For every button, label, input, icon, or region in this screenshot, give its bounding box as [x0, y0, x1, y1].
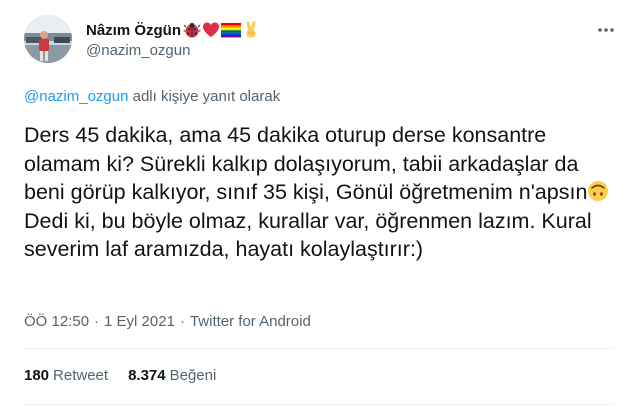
divider: [24, 404, 614, 405]
reply-context: @nazim_ozgun adlı kişiye yanıt olarak: [24, 88, 280, 105]
username[interactable]: @nazim_ozgun: [86, 42, 190, 59]
tweet-date[interactable]: 1 Eyl 2021: [104, 313, 175, 330]
display-name-row[interactable]: Nâzım Özgün: [86, 20, 261, 40]
red-heart-emoji-icon: [203, 22, 220, 37]
retweets-label: Retweet: [53, 367, 109, 384]
retweets-stat[interactable]: 180 Retweet: [24, 367, 108, 384]
meta-separator: ·: [94, 313, 100, 330]
tweet-stats: 180 Retweet 8.374 Beğeni: [24, 367, 236, 384]
likes-count: 8.374: [128, 367, 166, 384]
rainbow-flag-emoji-icon: [221, 23, 242, 38]
meta-separator: ·: [179, 313, 185, 330]
likes-label: Beğeni: [169, 367, 217, 384]
tweet-text-part1: Ders 45 dakika, ama 45 dakika oturup der…: [24, 123, 588, 204]
avatar[interactable]: [24, 15, 72, 63]
more-dots-icon: [598, 28, 614, 32]
more-options-button[interactable]: [594, 20, 618, 40]
reply-mention-link[interactable]: @nazim_ozgun: [24, 88, 128, 105]
tweet-meta: ÖÖ 12:50 · 1 Eyl 2021 · Twitter for Andr…: [24, 313, 311, 330]
likes-stat[interactable]: 8.374 Beğeni: [128, 367, 216, 384]
tweet-text-part2: Dedi ki, bu böyle olmaz, kurallar var, ö…: [24, 208, 592, 262]
upside-down-face-emoji-icon: [588, 181, 609, 201]
retweets-count: 180: [24, 367, 50, 384]
divider: [24, 348, 614, 349]
tweet-text: Ders 45 dakika, ama 45 dakika oturup der…: [24, 121, 614, 264]
tweet-time[interactable]: ÖÖ 12:50: [24, 313, 89, 330]
ladybug-emoji-icon: [183, 22, 201, 38]
victory-hand-emoji-icon: [246, 21, 256, 38]
tweet-card: Nâzım Özgün @nazim_ozgun @nazim_ozgun ad…: [0, 0, 635, 407]
reply-context-text: adlı kişiye yanıt olarak: [128, 88, 281, 105]
tweet-source-link[interactable]: Twitter for Android: [190, 313, 311, 330]
display-name[interactable]: Nâzım Özgün: [86, 22, 181, 39]
